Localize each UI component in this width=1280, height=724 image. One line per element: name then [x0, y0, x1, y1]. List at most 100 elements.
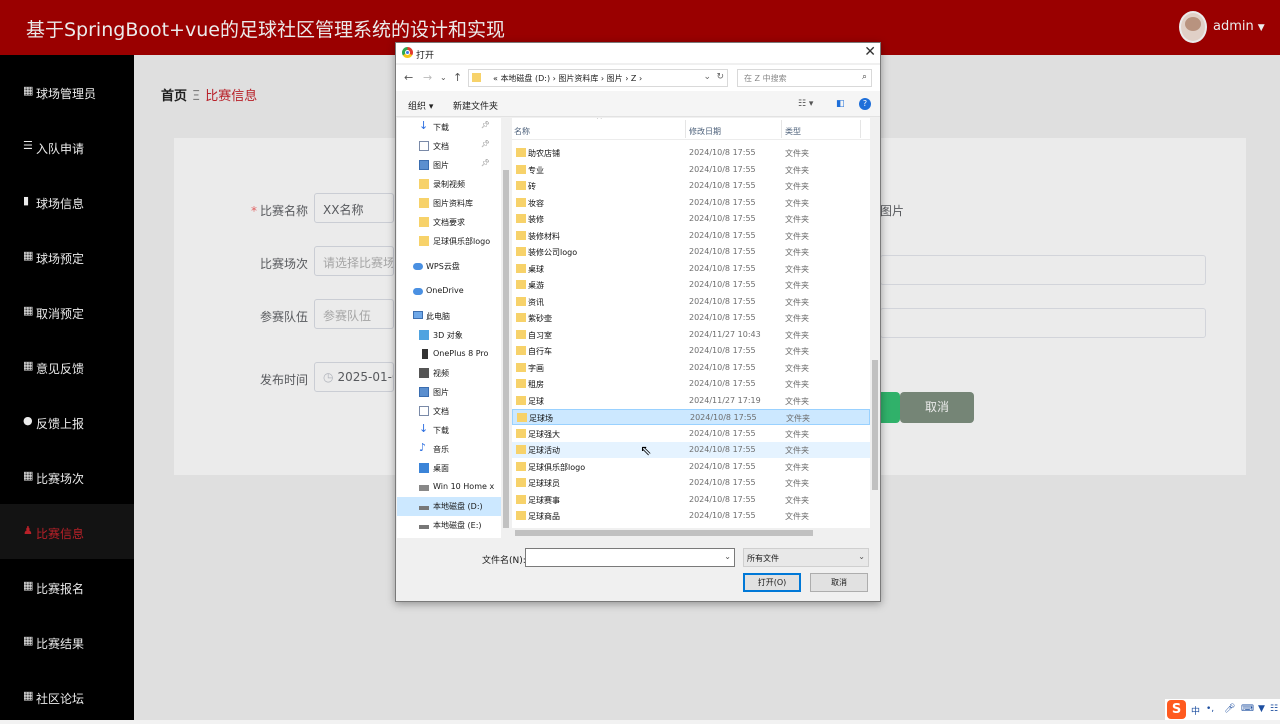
file-name: 租房	[528, 380, 544, 389]
organize-button[interactable]: 组织 ▾	[408, 99, 433, 112]
file-row[interactable]: 足球 2024/11/27 17:19 文件夹	[512, 393, 870, 409]
preview-pane-icon[interactable]: ◧	[836, 99, 845, 109]
nav-item[interactable]: 图片资料库	[397, 194, 501, 213]
nav-item[interactable]: 图片	[397, 383, 501, 402]
file-list-scrollbar[interactable]	[870, 118, 880, 528]
search-input[interactable]: 在 Z 中搜索 ⌕	[737, 69, 872, 87]
file-name: 桌球	[528, 264, 544, 274]
file-type: 文件夹	[785, 314, 809, 323]
file-row[interactable]: 装修 2024/10/8 17:55 文件夹	[512, 211, 870, 227]
file-row[interactable]: 足球场 2024/10/8 17:55 文件夹	[512, 409, 870, 425]
nav-item[interactable]: 本地磁盘 (D:)	[397, 497, 501, 516]
nav-item[interactable]: ↓ 下载	[397, 421, 501, 440]
skin-icon[interactable]: ▼	[1258, 704, 1265, 714]
nav-item[interactable]: ♪ 音乐	[397, 440, 501, 459]
nav-item[interactable]: 视频	[397, 364, 501, 383]
file-name: 助农店铺	[528, 149, 560, 158]
folder-icon	[517, 413, 527, 422]
folder-icon	[516, 494, 526, 504]
file-name: 装修公司logo	[528, 248, 578, 257]
file-date: 2024/10/8 17:55	[689, 148, 756, 157]
nav-item[interactable]: 文档要求	[397, 213, 501, 232]
nav-item-label: 录制视频	[433, 180, 465, 189]
file-type: 文件夹	[785, 281, 809, 290]
file-row[interactable]: 装修材料 2024/10/8 17:55 文件夹	[512, 228, 870, 244]
file-row[interactable]: 桌球 2024/10/8 17:55 文件夹	[512, 261, 870, 277]
recent-chevron-icon[interactable]: ⌄	[440, 73, 447, 82]
ime-mode[interactable]: 中	[1191, 704, 1200, 717]
up-arrow-icon[interactable]: ↑	[453, 71, 462, 84]
phone-icon	[422, 349, 428, 359]
file-row[interactable]: 租房 2024/10/8 17:55 文件夹	[512, 376, 870, 392]
file-date: 2024/10/8 17:55	[689, 296, 756, 306]
file-row[interactable]: 足球强大 2024/10/8 17:55 文件夹	[512, 426, 870, 442]
nav-item[interactable]: 本地磁盘 (E:)	[397, 516, 501, 535]
nav-item[interactable]: 图片 📌︎	[397, 156, 501, 175]
file-row[interactable]: 装修公司logo 2024/10/8 17:55 文件夹	[512, 244, 870, 260]
close-icon[interactable]: ✕	[864, 44, 876, 60]
nav-item[interactable]: 足球俱乐部logo	[397, 232, 501, 251]
keyboard-icon[interactable]: ⌨	[1241, 704, 1254, 714]
file-row[interactable]: 足球俱乐部logo 2024/10/8 17:55 文件夹	[512, 459, 870, 475]
address-path[interactable]: « 本地磁盘 (D:) › 图片资料库 › 图片 › Z › ⌄ ↻	[468, 69, 728, 87]
file-row[interactable]: 紫砂壶 2024/10/8 17:55 文件夹	[512, 310, 870, 326]
punctuation-icon[interactable]: •,	[1206, 704, 1214, 714]
file-row[interactable]: 足球商品 2024/10/8 17:55 文件夹	[512, 508, 870, 524]
file-type: 文件夹	[785, 165, 809, 175]
file-row[interactable]: 资讯 2024/10/8 17:55 文件夹	[512, 294, 870, 310]
view-options-icon[interactable]: ☷ ▾	[798, 99, 813, 109]
navigation-scrollbar[interactable]	[501, 118, 511, 538]
file-row[interactable]: 自习室 2024/11/27 10:43 文件夹	[512, 327, 870, 343]
nav-item[interactable]: ↓ 下载 📌︎	[397, 118, 501, 137]
dialog-cancel-button[interactable]: 取消	[810, 573, 868, 592]
file-type-select[interactable]: 所有文件 ⌄	[743, 548, 869, 567]
folder-icon	[516, 395, 526, 405]
file-type: 文件夹	[785, 182, 809, 191]
filename-input[interactable]: ⌄	[525, 548, 735, 567]
file-row[interactable]: 字画 2024/10/8 17:55 文件夹	[512, 360, 870, 376]
nav-item[interactable]: 录制视频	[397, 175, 501, 194]
file-row[interactable]: 桌游 2024/10/8 17:55 文件夹	[512, 277, 870, 293]
folder-icon	[516, 263, 526, 273]
column-date[interactable]: 修改日期	[689, 126, 721, 137]
file-date: 2024/10/8 17:55	[689, 346, 756, 355]
nav-item[interactable]: 桌面	[397, 459, 501, 478]
ime-menu-icon[interactable]: ☷	[1270, 704, 1278, 714]
nav-item[interactable]: 此电脑	[397, 307, 501, 326]
column-name[interactable]: 名称	[514, 126, 530, 137]
microphone-icon[interactable]: 🎤︎	[1224, 704, 1235, 714]
refresh-icon[interactable]: ↻	[716, 72, 724, 82]
file-name: 自习室	[528, 330, 552, 340]
file-date: 2024/11/27 17:19	[689, 395, 761, 405]
file-row[interactable]: 足球赛事 2024/10/8 17:55 文件夹	[512, 492, 870, 508]
file-row[interactable]: 足球活动 2024/10/8 17:55 文件夹	[512, 442, 870, 458]
nav-item-label: 此电脑	[426, 312, 450, 321]
open-button[interactable]: 打开(O)	[743, 573, 801, 592]
help-icon[interactable]: ?	[859, 98, 871, 110]
file-row[interactable]: 足球球员 2024/10/8 17:55 文件夹	[512, 475, 870, 491]
nav-item[interactable]: OneDrive	[397, 282, 501, 301]
horizontal-scrollbar[interactable]	[512, 528, 870, 538]
nav-item[interactable]: 3D 对象	[397, 326, 501, 345]
filename-dropdown-icon[interactable]: ⌄	[724, 552, 731, 561]
nav-item[interactable]: Win 10 Home x	[397, 478, 501, 497]
nav-item[interactable]: 文档	[397, 402, 501, 421]
nav-item[interactable]: OnePlus 8 Pro	[397, 345, 501, 364]
address-dropdown-icon[interactable]: ⌄	[703, 72, 711, 82]
file-row[interactable]: 助农店铺 2024/10/8 17:55 文件夹	[512, 145, 870, 161]
new-folder-button[interactable]: 新建文件夹	[453, 99, 498, 112]
nav-item[interactable]: WPS云盘	[397, 257, 501, 276]
forward-arrow-icon[interactable]: →	[423, 71, 432, 84]
pin-icon: 📌︎	[481, 140, 490, 148]
back-arrow-icon[interactable]: ←	[404, 71, 413, 84]
folder-icon	[516, 379, 526, 388]
file-row[interactable]: 专业 2024/10/8 17:55 文件夹	[512, 162, 870, 178]
file-row[interactable]: 自行车 2024/10/8 17:55 文件夹	[512, 343, 870, 359]
folder-icon	[516, 329, 526, 339]
file-name: 资讯	[528, 297, 544, 307]
column-type[interactable]: 类型	[785, 126, 801, 137]
nav-item-label: 下载	[433, 123, 449, 132]
file-row[interactable]: 砖 2024/10/8 17:55 文件夹	[512, 178, 870, 194]
nav-item[interactable]: 文档 📌︎	[397, 137, 501, 156]
file-row[interactable]: 妆容 2024/10/8 17:55 文件夹	[512, 195, 870, 211]
